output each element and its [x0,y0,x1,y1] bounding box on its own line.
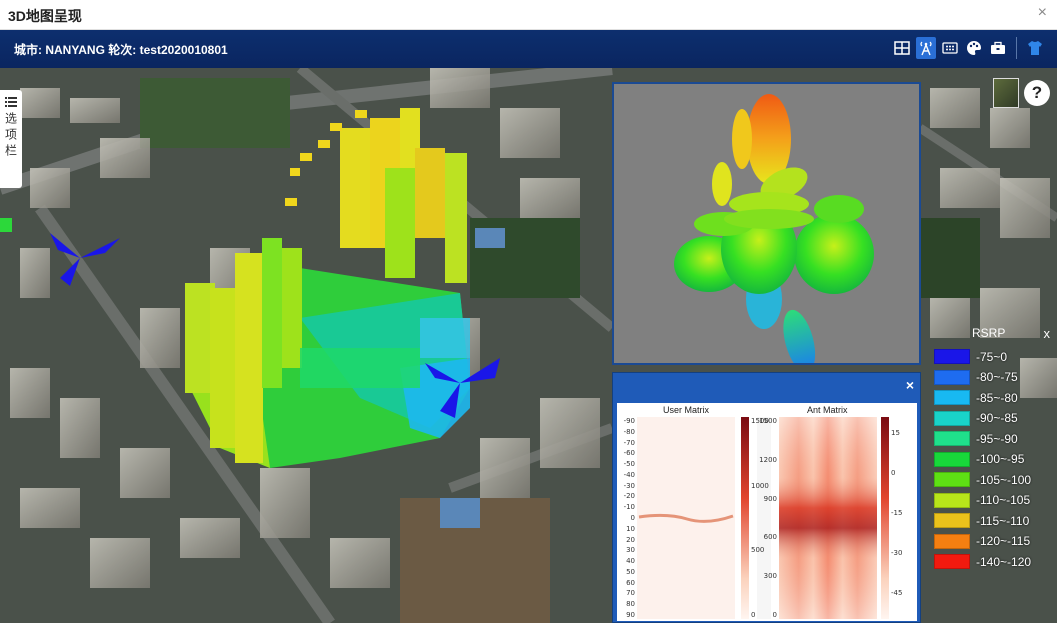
tick-label: -30 [891,549,903,557]
legend-item: -110~-105 [934,492,1030,509]
options-sidebar-tab[interactable]: 选项栏 [0,90,22,188]
title-bar: 3D地图呈现 × [0,0,1057,30]
tick-label: 70 [626,589,635,598]
dots-grid-icon[interactable] [940,37,960,59]
antenna-tower-icon[interactable] [916,37,936,59]
legend-item: -105~-100 [934,471,1031,488]
tick-label: 1200 [759,455,777,464]
tick-label: 500 [751,546,765,555]
legend-item: -115~-110 [934,512,1029,529]
legend-swatch [934,554,970,569]
legend-label: -90~-85 [976,411,1018,425]
tick-label: 0 [751,611,756,619]
legend-swatch [934,369,970,385]
tick-label: 10 [626,524,635,533]
legend-swatch [934,349,970,364]
legend-label: -110~-105 [976,493,1031,507]
legend-item: -95~-90 [934,430,1018,447]
rsrp-legend: RSRP x -75~0 -80~-75 -85~-80 -90~-85 -95~-90… [928,322,1054,577]
window-close-button[interactable]: × [1038,4,1047,22]
legend-label: -80~-75 [976,370,1018,384]
legend-swatch [934,513,970,528]
tick-label: 50 [626,567,635,576]
tick-label: 0 [630,514,635,522]
session-info: 城市: NANYANG 轮次: test2020010801 [14,41,228,58]
legend-item: -85~-80 [934,389,1018,406]
antenna-pattern-3d-render [674,94,874,373]
tick-label: 60 [626,578,635,587]
tick-label: 90 [626,611,635,619]
antenna-pattern-3d-panel[interactable] [612,82,921,373]
matrix-heatmaps [637,417,889,619]
tick-label: -20 [623,492,635,501]
legend-close-button[interactable]: x [1044,326,1051,341]
help-button[interactable]: ? [1024,80,1050,106]
legend-item: -90~-85 [934,410,1018,427]
palette-icon[interactable] [964,37,984,59]
tick-label: -10 [623,503,635,512]
city-label: 城市: [14,43,42,57]
tick-label: 300 [763,572,777,581]
tick-label: 1500 [759,417,777,425]
legend-label: -105~-100 [976,472,1032,487]
legend-title: RSRP [972,326,1006,340]
basemap-thumbnail[interactable] [993,78,1019,108]
matrix-panel[interactable]: × User Matrix Ant Matrix -90 -80 -70 -60… [612,372,921,623]
legend-item: -80~-75 [934,369,1018,386]
toolbar [892,37,1045,59]
tick-label: 900 [763,494,777,503]
legend-swatch [934,533,970,549]
matrix-panel-close-button[interactable]: × [906,377,914,393]
tick-label: -45 [891,589,903,597]
table-grid-icon[interactable] [892,37,912,59]
tick-label: 40 [626,557,635,566]
legend-swatch [934,492,970,508]
legend-swatch [934,390,970,405]
tick-label: 15 [891,429,900,437]
tick-label: 20 [626,535,635,544]
round-value: test2020010801 [139,43,228,57]
legend-label: -115~-110 [976,513,1030,528]
legend-label: -85~-80 [976,390,1018,405]
legend-label: -120~-115 [976,534,1031,548]
city-value: NANYANG [45,43,105,57]
tick-label: -15 [891,509,903,517]
toolbar-divider [1016,37,1017,59]
legend-swatch [934,472,970,487]
tick-label: 0 [772,611,777,619]
tick-label: 0 [891,469,896,477]
top-header: 城市: NANYANG 轮次: test2020010801 [0,30,1057,68]
tick-label: -90 [623,417,635,425]
tick-label: -80 [623,427,635,436]
tick-label: 80 [626,600,635,609]
legend-label: -100~-95 [976,452,1025,466]
tick-label: 30 [626,546,635,555]
toolbox-icon[interactable] [988,37,1008,59]
legend-item: -100~-95 [934,451,1024,468]
options-tab-label: 选项栏 [3,112,18,160]
tick-label: -30 [623,481,635,490]
tshirt-icon[interactable] [1025,37,1045,59]
legend-swatch [934,410,970,426]
list-icon [5,97,17,107]
tick-label: 1000 [751,481,769,490]
legend-swatch [934,451,970,467]
legend-label: -75~0 [976,349,1008,364]
legend-label: -140~-120 [976,554,1032,569]
tick-label: -70 [623,438,635,447]
legend-item: -75~0 [934,348,1007,365]
tick-label: -40 [623,470,635,479]
window-title: 3D地图呈现 [8,8,82,24]
tick-label: -60 [623,449,635,458]
matrix-plots: User Matrix Ant Matrix -90 -80 -70 -60 -… [617,403,917,621]
legend-label: -95~-90 [976,431,1018,446]
app-window: 3D地图呈现 × 城市: NANYANG 轮次: test2020010801 [0,0,1057,623]
legend-item: -140~-120 [934,553,1031,570]
round-label: 轮次: [108,43,137,57]
legend-swatch [934,431,970,446]
tick-label: -50 [623,460,635,469]
tick-label: 600 [763,533,777,542]
legend-item: -120~-115 [934,533,1030,550]
